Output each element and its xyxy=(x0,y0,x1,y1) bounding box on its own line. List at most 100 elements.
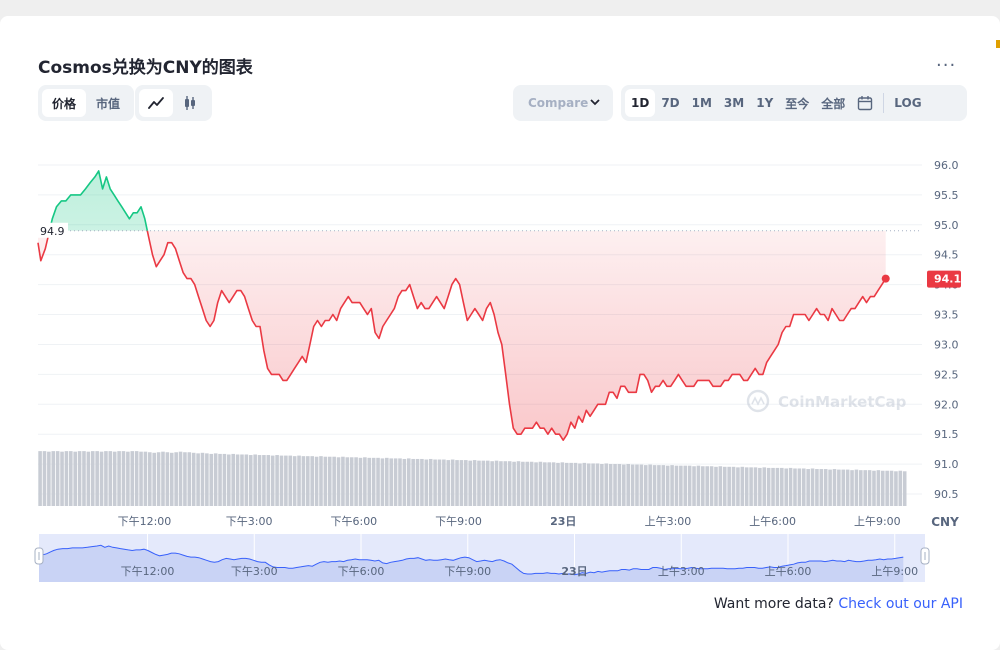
navigator-tick-label: 下午9:00 xyxy=(444,565,491,578)
volume-bar xyxy=(564,462,569,506)
volume-bar xyxy=(77,451,82,506)
volume-bar xyxy=(174,452,178,506)
volume-bar xyxy=(784,468,788,506)
volume-bar xyxy=(292,456,297,506)
x-tick-label: 下午3:00 xyxy=(226,515,273,528)
volume-bar xyxy=(371,457,376,506)
volume-bar xyxy=(341,456,345,506)
price-area xyxy=(38,170,886,441)
y-axis: 96.095.595.094.594.093.593.092.592.091.5… xyxy=(934,159,959,501)
volume-bar xyxy=(608,464,613,506)
volume-bar xyxy=(823,469,828,506)
api-prompt-text: Want more data? xyxy=(713,596,834,612)
volume-bar xyxy=(477,460,481,506)
volume-bar xyxy=(622,464,626,506)
volume-bar xyxy=(472,460,477,506)
volume-bar xyxy=(227,454,231,506)
volume-bar xyxy=(635,464,639,506)
volume-bar xyxy=(556,462,560,506)
volume-bar xyxy=(314,456,319,506)
volume-bar xyxy=(446,460,451,506)
volume-bar xyxy=(363,457,367,506)
volume-bar xyxy=(481,460,486,506)
volume-bar xyxy=(512,461,516,506)
volume-bar xyxy=(152,452,156,506)
volume-bar xyxy=(503,461,508,506)
volume-bar xyxy=(270,455,275,506)
volume-bar xyxy=(411,458,415,506)
x-tick-label: 23日 xyxy=(550,515,576,528)
volume-bar xyxy=(126,451,130,506)
y-grid xyxy=(38,164,922,495)
volume-bar xyxy=(753,467,758,506)
volume-bar xyxy=(516,461,521,506)
volume-bar xyxy=(376,457,380,506)
x-tick-label: 下午9:00 xyxy=(435,515,482,528)
volume-bar xyxy=(617,464,622,506)
navigator-tick-label: 上午6:00 xyxy=(765,565,812,578)
volume-bar xyxy=(859,470,863,506)
volume-bar xyxy=(99,451,104,506)
volume-bar xyxy=(455,460,459,506)
volume-bar xyxy=(332,456,336,506)
y-tick-label: 91.5 xyxy=(934,428,959,441)
volume-bar xyxy=(744,467,749,506)
volume-bar xyxy=(661,465,666,506)
navigator-tick-label: 下午12:00 xyxy=(121,565,175,578)
volume-bar xyxy=(134,451,139,506)
x-tick-label: 下午6:00 xyxy=(330,515,377,528)
volume-bar xyxy=(402,458,407,506)
volume-bar xyxy=(775,467,780,506)
volume-bar xyxy=(854,469,859,506)
volume-bar xyxy=(442,459,446,506)
volume-bar xyxy=(336,457,341,506)
api-link[interactable]: Check out our API xyxy=(838,596,963,612)
volume-bar xyxy=(231,453,235,506)
volume-bar xyxy=(389,458,393,506)
volume-bar xyxy=(358,457,363,506)
volume-bar xyxy=(841,469,846,506)
volume-bar xyxy=(674,465,679,506)
volume-bar xyxy=(525,461,530,506)
volume-bar xyxy=(521,461,525,506)
volume-bar xyxy=(727,466,731,506)
y-tick-label: 94.5 xyxy=(934,249,959,262)
volume-bar xyxy=(450,459,455,506)
volume-bar xyxy=(148,452,152,506)
volume-bar xyxy=(845,469,850,506)
y-tick-label: 93.0 xyxy=(934,338,959,351)
volume-bar xyxy=(507,461,512,506)
volume-bar xyxy=(349,457,354,506)
volume-bar xyxy=(86,451,91,506)
volume-bar xyxy=(117,451,121,506)
volume-bar xyxy=(534,462,538,506)
volume-bar xyxy=(437,459,442,506)
volume-bar xyxy=(73,451,77,506)
y-tick-label: 95.5 xyxy=(934,189,959,202)
volume-bar xyxy=(367,457,372,506)
volume-bar xyxy=(850,470,854,506)
range-navigator[interactable]: 下午12:00 下午3:00 下午6:00 下午9:00 23日 上午3:00 上午6:00… xyxy=(34,534,930,582)
volume-bar xyxy=(165,452,170,506)
volume-bar xyxy=(595,463,600,506)
coinmarketcap-watermark: CoinMarketCap xyxy=(746,389,907,413)
volume-bar xyxy=(187,452,192,506)
volume-bar xyxy=(433,459,437,506)
volume-bar xyxy=(547,462,551,506)
volume-bar xyxy=(398,458,402,506)
x-tick-label: 上午9:00 xyxy=(854,515,901,528)
volume-bar xyxy=(156,452,161,506)
volume-bar xyxy=(714,466,718,506)
volume-bar xyxy=(490,461,494,506)
volume-bar xyxy=(578,463,582,506)
volume-bar xyxy=(253,454,257,506)
volume-bar xyxy=(420,458,424,506)
volume-bar xyxy=(275,455,279,506)
volume-bar xyxy=(244,454,249,506)
volume-bar xyxy=(885,470,889,506)
volume-bar xyxy=(709,466,714,506)
volume-bar xyxy=(749,467,753,506)
volume-bar xyxy=(613,464,617,506)
volume-bar xyxy=(801,468,806,506)
volume-bar xyxy=(591,463,595,506)
